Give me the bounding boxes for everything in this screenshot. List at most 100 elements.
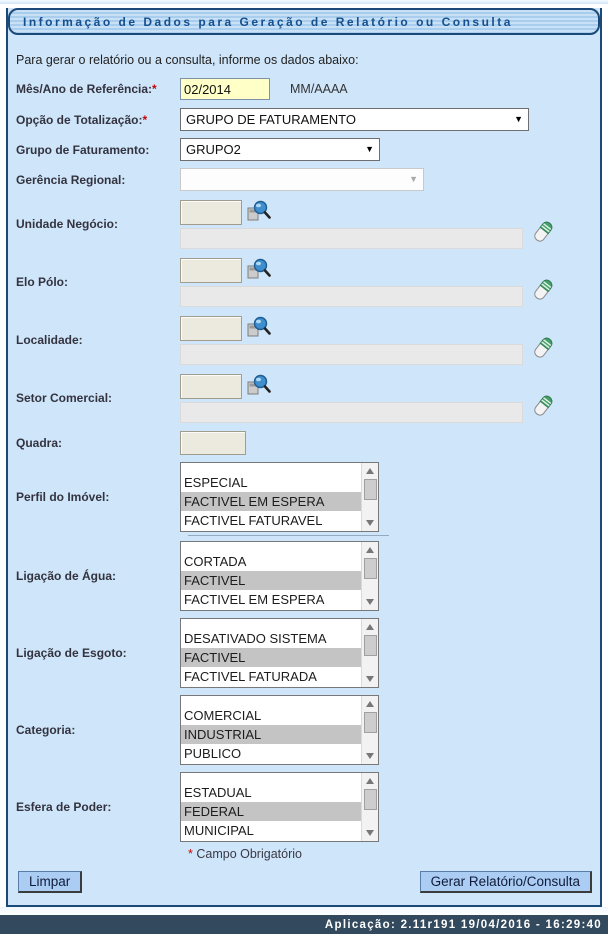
form-container: Informação de Dados para Geração de Rela…	[6, 8, 602, 907]
categoria-label: Categoria:	[8, 723, 180, 737]
page-bottom-gap	[0, 907, 608, 915]
scrollbar-thumb[interactable]	[364, 635, 377, 656]
scrollbar[interactable]	[361, 773, 378, 841]
ligacao-agua-listbox[interactable]: CORTADAFACTIVELFACTIVEL EM ESPERA	[180, 541, 379, 611]
arrow-down-icon	[366, 520, 374, 526]
field-row-setor-comercial: Setor Comercial:	[8, 373, 600, 423]
scroll-down-button[interactable]	[363, 595, 378, 609]
listbox-option[interactable]: FACTIVEL EM ESPERA	[181, 590, 361, 609]
intro-text: Para gerar o relatório ou a consulta, in…	[16, 53, 600, 67]
grupo-faturamento-label: Grupo de Faturamento:	[8, 143, 180, 157]
arrow-up-icon	[366, 701, 374, 707]
select-value: GRUPO2	[186, 142, 241, 157]
listbox-option[interactable]: ESPECIAL	[181, 473, 361, 492]
select-value: GRUPO DE FATURAMENTO	[186, 112, 356, 127]
arrow-up-icon	[366, 547, 374, 553]
listbox-option[interactable]: DESATIVADO SISTEMA	[181, 629, 361, 648]
esfera-poder-listbox[interactable]: ESTADUALFEDERALMUNICIPAL	[180, 772, 379, 842]
listbox-option[interactable]: FACTIVEL EM ESPERA	[181, 492, 361, 511]
elo-polo-code-input[interactable]	[180, 258, 242, 283]
listbox-option[interactable]: MUNICIPAL	[181, 821, 361, 840]
listbox-options: ESTADUALFEDERALMUNICIPAL	[181, 773, 361, 841]
gerencia-regional-select: ▼	[180, 168, 424, 191]
scrollbar-thumb[interactable]	[364, 558, 377, 579]
listbox-option[interactable]: INDUSTRIAL	[181, 725, 361, 744]
field-row-grupo-faturamento: Grupo de Faturamento: GRUPO2 ▼	[8, 138, 600, 161]
scroll-down-button[interactable]	[363, 826, 378, 840]
listbox-option[interactable]: FACTIVEL FATURADA	[181, 667, 361, 686]
arrow-up-icon	[366, 468, 374, 474]
search-icon[interactable]	[245, 373, 272, 400]
grupo-faturamento-select[interactable]: GRUPO2 ▼	[180, 138, 380, 161]
mes-ano-label: Mês/Ano de Referência:*	[8, 82, 180, 96]
form-title-bar: Informação de Dados para Geração de Rela…	[8, 8, 600, 35]
unidade-negocio-code-input[interactable]	[180, 200, 242, 225]
button-bar: Limpar Gerar Relatório/Consulta	[18, 871, 592, 893]
field-row-ligacao-esgoto: Ligação de Esgoto: DESATIVADO SISTEMAFAC…	[8, 618, 600, 688]
arrow-up-icon	[366, 778, 374, 784]
arrow-down-icon	[366, 599, 374, 605]
scrollbar[interactable]	[361, 542, 378, 610]
listbox-options: COMERCIALINDUSTRIALPUBLICO	[181, 696, 361, 764]
chevron-down-icon: ▼	[365, 145, 374, 154]
scroll-down-button[interactable]	[363, 516, 378, 530]
eraser-icon[interactable]	[531, 277, 555, 304]
scroll-up-button[interactable]	[363, 697, 378, 711]
listbox-option[interactable]: FACTIVEL	[181, 648, 361, 667]
localidade-code-input[interactable]	[180, 316, 242, 341]
scroll-down-button[interactable]	[363, 749, 378, 763]
required-mark: *	[188, 847, 193, 861]
scroll-down-button[interactable]	[363, 672, 378, 686]
listbox-option[interactable]: CORTADA	[181, 552, 361, 571]
listbox-option[interactable]: COMERCIAL	[181, 706, 361, 725]
eraser-icon[interactable]	[531, 393, 555, 420]
mes-ano-input[interactable]: 02/2014	[180, 78, 270, 100]
listbox-option[interactable]: FACTIVEL	[181, 571, 361, 590]
listbox-option[interactable]: PUBLICO	[181, 744, 361, 763]
categoria-listbox[interactable]: COMERCIALINDUSTRIALPUBLICO	[180, 695, 379, 765]
required-field-note: * Campo Obrigatório	[188, 847, 600, 861]
scrollbar[interactable]	[361, 463, 378, 531]
arrow-down-icon	[366, 830, 374, 836]
field-row-elo-polo: Elo Pólo:	[8, 257, 600, 307]
scrollbar-thumb[interactable]	[364, 479, 377, 500]
gerar-relatorio-consulta-button[interactable]: Gerar Relatório/Consulta	[420, 871, 592, 893]
listbox-option[interactable]: FEDERAL	[181, 802, 361, 821]
format-hint: MM/AAAA	[290, 82, 348, 96]
scroll-up-button[interactable]	[363, 543, 378, 557]
elo-polo-description-field	[180, 286, 523, 307]
chevron-down-icon: ▼	[409, 175, 418, 184]
listbox-option[interactable]: FACTIVEL FATURAVEL	[181, 511, 361, 530]
opcao-totalizacao-label: Opção de Totalização:*	[8, 113, 180, 127]
quadra-label: Quadra:	[8, 436, 180, 450]
scroll-up-button[interactable]	[363, 774, 378, 788]
listbox-option[interactable]: ESTADUAL	[181, 783, 361, 802]
search-icon[interactable]	[245, 199, 272, 226]
quadra-input[interactable]	[180, 431, 246, 455]
scroll-up-button[interactable]	[363, 464, 378, 478]
setor-comercial-code-input[interactable]	[180, 374, 242, 399]
eraser-icon[interactable]	[531, 219, 555, 246]
localidade-label: Localidade:	[8, 333, 180, 347]
scrollbar-thumb[interactable]	[364, 789, 377, 810]
scrollbar[interactable]	[361, 619, 378, 687]
eraser-icon[interactable]	[531, 335, 555, 362]
arrow-down-icon	[366, 753, 374, 759]
opcao-totalizacao-select[interactable]: GRUPO DE FATURAMENTO ▼	[180, 108, 529, 131]
limpar-button[interactable]: Limpar	[18, 871, 82, 893]
unidade-negocio-label: Unidade Negócio:	[8, 217, 180, 231]
arrow-down-icon	[366, 676, 374, 682]
search-icon[interactable]	[245, 315, 272, 342]
search-icon[interactable]	[245, 257, 272, 284]
ligacao-esgoto-listbox[interactable]: DESATIVADO SISTEMAFACTIVELFACTIVEL FATUR…	[180, 618, 379, 688]
perfil-imovel-listbox[interactable]: ESPECIALFACTIVEL EM ESPERAFACTIVEL FATUR…	[180, 462, 379, 532]
scrollbar[interactable]	[361, 696, 378, 764]
listbox-options: ESPECIALFACTIVEL EM ESPERAFACTIVEL FATUR…	[181, 463, 361, 531]
field-row-perfil-imovel: Perfil do Imóvel: ESPECIALFACTIVEL EM ES…	[8, 462, 600, 532]
page-title: Informação de Dados para Geração de Rela…	[23, 15, 513, 29]
field-row-gerencia-regional: Gerência Regional: ▼	[8, 168, 600, 191]
scroll-up-button[interactable]	[363, 620, 378, 634]
required-mark: *	[152, 82, 157, 96]
scrollbar-thumb[interactable]	[364, 712, 377, 733]
setor-comercial-label: Setor Comercial:	[8, 391, 180, 405]
